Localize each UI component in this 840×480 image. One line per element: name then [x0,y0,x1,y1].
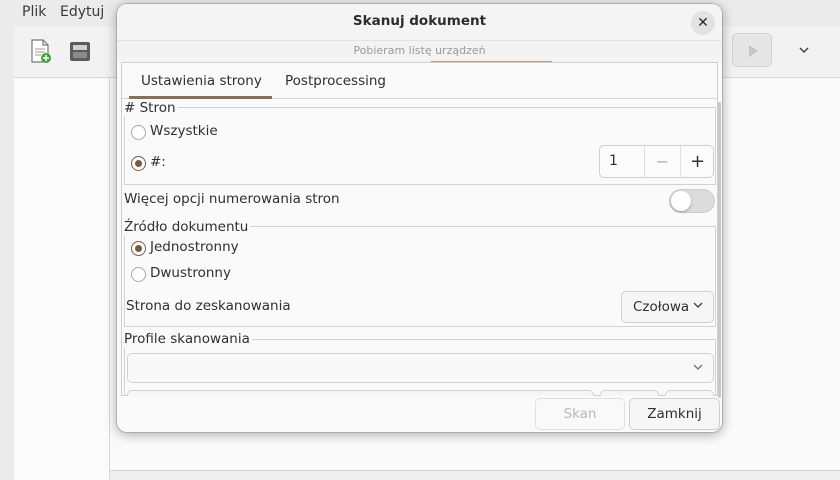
scan-side-dropdown[interactable]: Czołowa [621,291,714,323]
pages-group-label: # Stron [124,100,178,116]
increment-button[interactable]: + [680,146,714,177]
profile-name-input[interactable] [127,390,594,396]
chevron-down-icon [692,360,704,377]
scanner-icon[interactable] [66,37,94,65]
close-button[interactable]: Zamknij [629,398,720,430]
radio-page-count-label: #: [150,154,166,170]
progress-label: Pobieram listę urządzeń [353,44,486,57]
radio-simplex[interactable] [131,241,146,256]
decrement-button[interactable]: − [644,146,680,177]
source-group-label: Źródło dokumentu [124,219,251,235]
radio-duplex[interactable] [131,267,146,282]
bottom-toolbar [110,470,840,480]
radio-all-pages-label: Wszystkie [150,123,218,139]
scan-side-value: Czołowa [633,299,690,315]
page-thumbnails-pane [14,78,110,480]
scan-dialog: Skanuj dokument ✕ Pobieram listę urządze… [117,4,722,432]
new-document-icon[interactable] [26,37,54,65]
radio-page-count[interactable] [131,156,146,171]
profile-action-button[interactable] [600,390,659,396]
play-button[interactable] [732,33,772,67]
page-count-stepper[interactable]: 1 − + [599,145,714,178]
radio-simplex-label: Jednostronny [150,239,239,255]
page-settings-content: # Stron Wszystkie #: 1 − + Więcej opcji … [122,100,717,396]
tab-page-settings[interactable]: Ustawienia strony [141,73,262,89]
active-tab-indicator [129,96,272,99]
device-progress: Pobieram listę urządzeń [117,40,722,63]
dialog-title: Skanuj dokument [352,13,487,29]
chevron-down-icon[interactable] [794,40,814,60]
profiles-group-label: Profile skanowania [124,331,252,347]
menu-plik[interactable]: Plik [22,4,46,20]
scan-side-label: Strona do zeskanowania [126,298,291,314]
settings-panel: Ustawienia strony Postprocessing # Stron… [121,62,721,398]
tab-bar: Ustawienia strony Postprocessing [122,63,717,99]
page-count-value[interactable]: 1 [609,153,618,169]
scrollbar[interactable] [718,102,721,398]
radio-duplex-label: Dwustronny [150,265,231,281]
more-numbering-toggle[interactable] [669,189,715,213]
profile-action-button[interactable] [665,390,714,396]
scan-button[interactable]: Skan [535,398,625,430]
toggle-knob [671,191,691,211]
close-icon[interactable]: ✕ [691,11,715,35]
more-numbering-label: Więcej opcji numerowania stron [124,191,340,207]
radio-all-pages[interactable] [131,125,146,140]
menu-edytuj[interactable]: Edytuj [60,4,104,20]
dialog-header: Skanuj dokument ✕ [117,4,722,40]
chevron-down-icon [692,298,704,315]
tab-postprocessing[interactable]: Postprocessing [285,73,386,89]
scan-profile-select[interactable] [127,353,714,383]
play-icon [749,45,758,57]
